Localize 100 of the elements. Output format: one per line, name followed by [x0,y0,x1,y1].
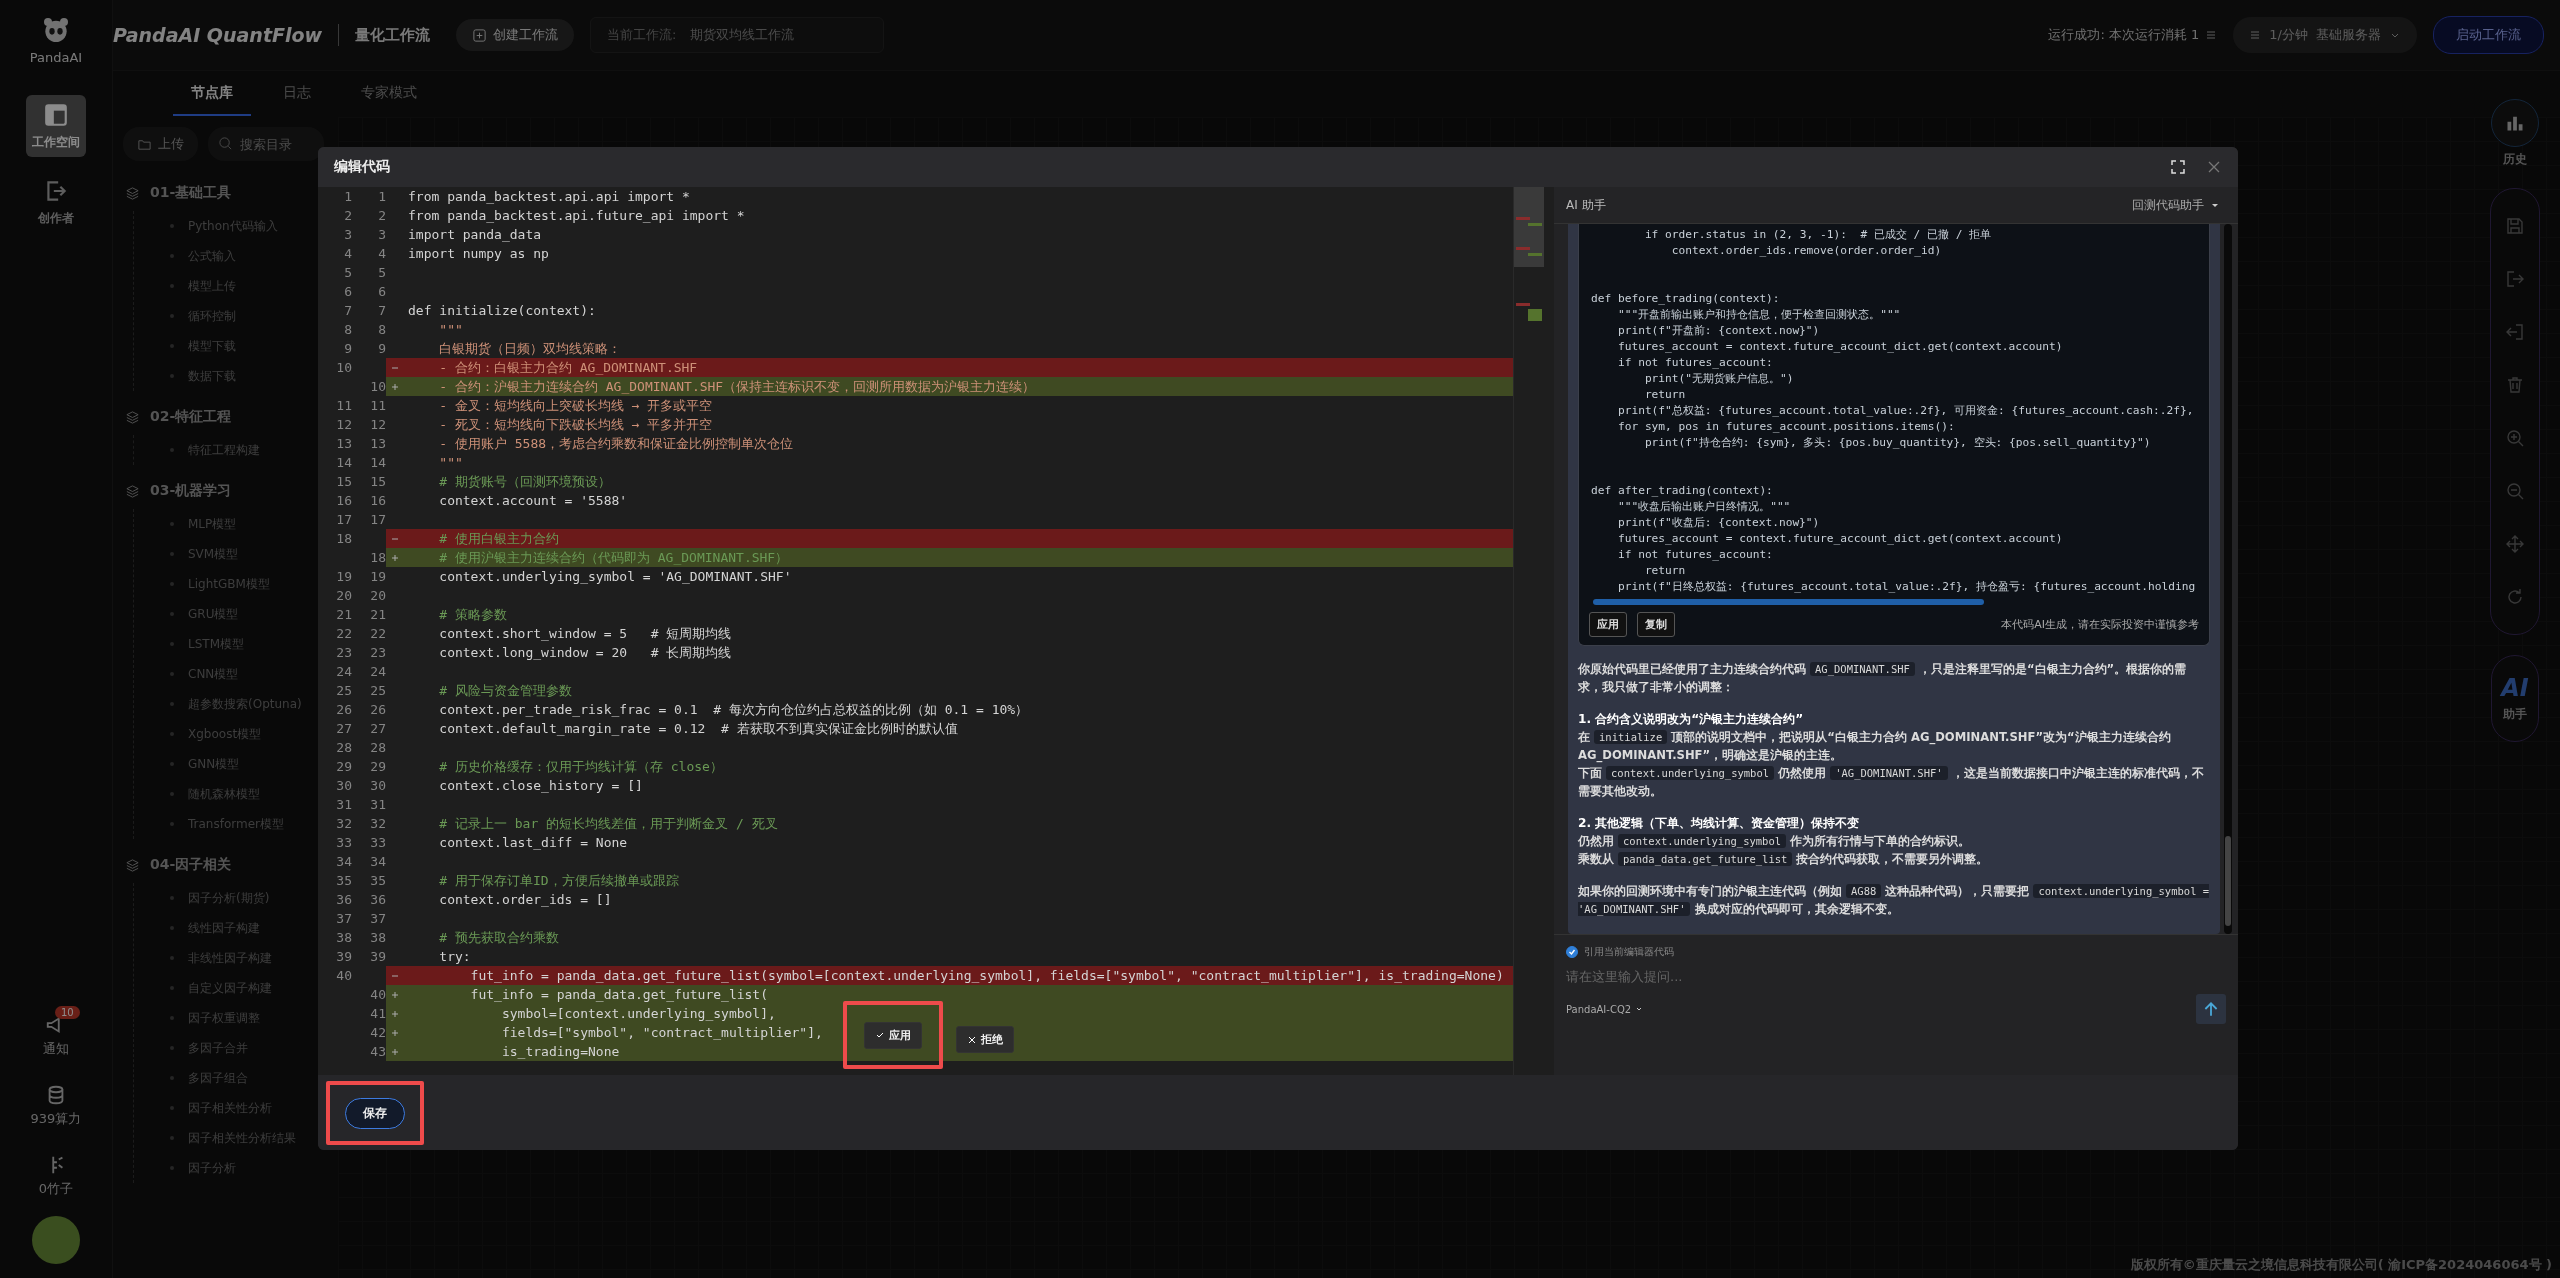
logo-text: PandaAI [29,50,83,65]
refresh-icon [2505,587,2525,607]
code-line: print("无期货账户信息。") [1643,370,1794,386]
rail-nav-item[interactable]: 创作者 [26,171,86,233]
rail-bottom-item[interactable]: 939算力 [4,1076,108,1128]
code-line: # 使用白银主力合约 [438,529,559,548]
close-icon[interactable] [2206,159,2222,175]
code-line: fields=["symbol", "contract_multiplier"], [500,1025,823,1040]
code-line: context.long_window = 20 # 长周期均线 [438,643,732,662]
reject-button[interactable]: 拒绝 [956,1026,1014,1053]
code-line: - 死叉：短均线向下跌破长均线 → 平多并开空 [438,415,713,434]
list-icon [2249,29,2262,41]
layout-icon [43,101,69,128]
app-subtitle: 量化工作流 [355,25,431,45]
code-line: # 使用沪银主力连续合约（代码即为 AG_DOMINANT.SHF） [438,548,789,567]
history-label: 历史 [2503,151,2527,168]
code-line: futures_account = context.future_account_dict.get(context.account) [1616,531,2063,545]
line-number: 43 [352,1042,386,1061]
import-icon [2505,322,2525,342]
code-line: futures_account = context.future_account_dict.get(context.account) [1616,339,2063,353]
code-line: if not futures_account: [1616,547,1773,561]
panel-tab[interactable]: 日志 [265,72,329,116]
code-line: fut_info = panda_data.get_future_list(symbol=[context.underlying_symbol], fields=["symbol", "contract_multiplier"], is_trading=None) [469,968,1504,983]
answer-paragraph: 2. 其他逻辑（下单、均线计算、资金管理）保持不变 [1578,815,1861,832]
question-input[interactable]: 请在这里输入提问... [1566,969,2226,984]
answer-paragraph: 仍然用 context.underlying_symbol 作为所有行情与下单的合约标识。 [1578,833,1972,850]
model-dropdown[interactable]: PandaAI-CQ2 [1566,1003,1645,1015]
create-workflow-button[interactable]: 创建工作流 [456,19,575,51]
code-editor[interactable] [318,187,1554,1075]
line-number: 40 [318,966,352,985]
code-line: is_trading=None [500,1044,620,1059]
code-line: context.per_trade_risk_frac = 0.1 # 每次方向仓位约占总权益的比例（如 0.1 = 10%） [438,700,1029,719]
code-line: print(f"开盘前: {context.now}") [1616,322,1820,338]
code-line: from panda_backtest.api.future_api import * [407,208,745,223]
plus-icon [472,27,488,43]
code-line: - 金叉：短均线向上突破长均线 → 开多或平空 [438,396,713,415]
answer-paragraph: 如果你的回测环境中有专门的沪银主连代码（例如 AG88 这种品种代码），只需要把 context.underlying_symbol = 'AG_DOMINANT.SHF' 换成对应的代码即可，其余逻辑不变。 [1578,883,2210,918]
code-line: return [1643,563,1686,577]
code-line: if not futures_account: [1616,355,1773,369]
save-button[interactable]: 保存 [345,1097,405,1129]
layers-icon [125,483,140,499]
trash-icon [2505,375,2525,395]
quote-editor-checkbox[interactable]: 引用当前编辑器代码 [1566,945,2226,959]
disclaimer-text: 本代码AI生成，请在实际投资中谨慎参考 [2001,617,2199,632]
code-line: import numpy as np [407,246,549,261]
run-status: 运行成功: 本次运行消耗 1 [2048,26,2200,44]
code-line: # 预先获取合约乘数 [438,928,559,947]
code-line: print(f"持仓合约: {sym}, 多头: {pos.buy_quantity}, 空头: {pos.sell_quantity}") [1643,434,2151,450]
answer-paragraph: 在 initialize 顶部的说明文档中，把说明从“白银主力合约 AG_DOMINANT.SHF”改为“沪银主力连续合约 AG_DOMINANT.SHF”，明确这是沪银的主连。 [1578,729,2172,764]
check-icon [875,1030,885,1040]
line-number: 10 [352,377,386,396]
assistant-mode-dropdown[interactable]: 回测代码助手 [2126,195,2226,215]
code-line: print(f"收盘后: {context.now}") [1616,514,1820,530]
rail-bottom-item[interactable]: 0竹子 [12,1146,100,1198]
code-line: def after_trading(context): [1591,483,1773,497]
apply-code-button[interactable]: 应用 [1589,612,1627,637]
server-select[interactable]: 1/分钟 基础服务器 [2233,17,2417,53]
code-line: # 风险与资金管理参数 [438,681,572,700]
send-button[interactable] [2196,994,2226,1024]
code-line: return [1643,387,1686,401]
ai-assistant-button[interactable]: AI 助手 [2491,655,2539,742]
code-line: from panda_backtest.api.api import * [407,189,690,204]
rail-bottom-item[interactable]: 10 通知 [17,1006,95,1058]
code-line: for sym, pos in futures_account.positions.items(): [1616,419,1955,433]
line-number: 40 [352,985,386,1004]
horizontal-scrollbar[interactable] [1593,599,1984,605]
code-line: def initialize(context): [407,303,596,318]
plus-icon [390,1027,400,1038]
code-line: """ [438,322,463,337]
apply-button[interactable]: 应用 [864,1021,922,1049]
copyright-text: 版权所有©重庆量云之境信息科技有限公司( 渝ICP备2024046064号 ) [2130,1256,2552,1274]
answer-paragraph: 你原始代码里已经使用了主力连续合约代码 AG_DOMINANT.SHF ，只是注释里写的是“白银主力合约”。根据你的需求，我只做了非常小的调整： [1578,661,2188,696]
rail-label: 939算力 [30,1110,82,1128]
code-line: """开盘前输出账户和持仓信息，便于检查回测状态。""" [1616,306,1901,322]
line-number: 42 [352,1023,386,1042]
start-workflow-button[interactable]: 启动工作流 [2433,16,2544,54]
avatar[interactable] [32,1216,80,1264]
code-line: import panda_data [407,227,542,242]
code-line: # 记录上一 bar 的短长均线差值，用于判断金叉 / 死叉 [438,814,778,833]
code-line: context.underlying_symbol = 'AG_DOMINANT.SHF' [438,569,792,584]
plus-icon [390,381,400,392]
code-line: context.order_ids.remove(order.order_id) [1670,243,1942,257]
code-line: if order.status in (2, 3, -1): # 已成交 / 已撤 / 拒单 [1643,226,1992,242]
layers-icon [125,857,140,873]
upload-button[interactable]: 上传 [123,127,198,161]
code-line: """ [438,455,463,470]
line-number: 41 [352,1004,386,1023]
close-icon [967,1034,977,1045]
code-line: fut_info = panda_data.get_future_list( [469,987,769,1002]
code-line: 白银期货（日频）双均线策略： [438,339,622,358]
panel-tab[interactable]: 专家模式 [343,72,435,116]
fullscreen-icon[interactable] [2170,159,2186,175]
code-line: - 合约：白银主力合约 AG_DOMINANT.SHF [438,358,698,377]
rail-nav-item[interactable]: 工作空间 [26,95,86,157]
zoom-out-icon [2505,481,2525,501]
answer-paragraph: 下面 context.underlying_symbol 仍然使用 'AG_DOMINANT.SHF' ，这是当前数据接口中沪银主连的标准代码，不需要其他改动。 [1578,765,2205,800]
search-field[interactable]: 搜索目录 [208,127,324,161]
copy-code-button[interactable]: 复制 [1637,612,1675,637]
code-line: print(f"日终总权益: {futures_account.total_value:.2f}, 持仓盈亏: {futures_account.holding [1616,578,2196,594]
export-icon [2505,269,2525,289]
